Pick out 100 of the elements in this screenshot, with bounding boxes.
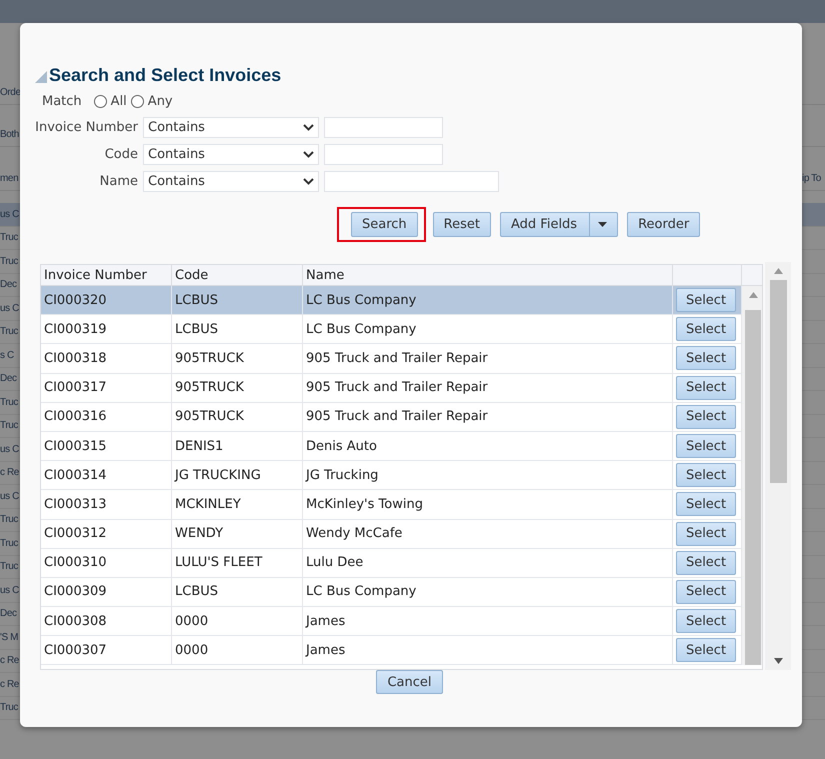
table-cell: LULU'S FLEET bbox=[172, 548, 303, 578]
caret-icon bbox=[598, 222, 608, 227]
input-field[interactable] bbox=[324, 144, 443, 165]
table-cell: LCBUS bbox=[172, 578, 303, 608]
table-cell: CI000312 bbox=[41, 520, 172, 549]
table-cell: 0000 bbox=[172, 607, 303, 636]
search-button[interactable]: Search bbox=[351, 212, 418, 237]
table-cell: LCBUS bbox=[172, 315, 303, 344]
table-cell-text: Dec bbox=[0, 373, 18, 384]
select-button[interactable]: Select bbox=[676, 346, 736, 370]
table-cell: c Re bbox=[0, 678, 20, 690]
select-button[interactable]: Select bbox=[676, 492, 736, 516]
radio-label: Any bbox=[148, 94, 173, 109]
radio-button[interactable] bbox=[130, 95, 144, 108]
reset-button[interactable]: Reset bbox=[432, 212, 491, 237]
select-button[interactable]: Select bbox=[676, 550, 736, 575]
table-cell: Lulu Dee bbox=[303, 548, 673, 578]
cancel-button[interactable]: Cancel bbox=[376, 670, 443, 694]
scrollbar[interactable] bbox=[765, 262, 791, 670]
scrollbar[interactable] bbox=[742, 286, 762, 666]
table-cell-text: Truc bbox=[0, 232, 20, 244]
table-cell: CI000307 bbox=[41, 636, 172, 666]
select-button[interactable]: Select bbox=[676, 522, 736, 546]
table-cell: CI000319 bbox=[41, 315, 172, 344]
operator-dropdown[interactable]: Contains bbox=[143, 117, 319, 138]
scroll-up-icon[interactable] bbox=[774, 268, 782, 274]
select-button[interactable]: Select bbox=[676, 288, 736, 312]
table-cell-text: Truc bbox=[0, 420, 20, 432]
table-cell: LC Bus Company bbox=[303, 578, 673, 608]
table-cell: 905TRUCK bbox=[172, 344, 303, 374]
select-button[interactable]: Select bbox=[676, 609, 736, 634]
table-cell: 905 Truck and Trailer Repair bbox=[303, 344, 673, 374]
column-header[interactable]: Code bbox=[172, 265, 303, 286]
table-cell: 905 Truck and Trailer Repair bbox=[303, 402, 673, 432]
table-cell: 0000 bbox=[172, 636, 303, 666]
select-button[interactable]: Select bbox=[676, 404, 736, 429]
column-header: ip To bbox=[802, 173, 822, 184]
table-cell: CI000318 bbox=[41, 344, 172, 374]
table-cell: James bbox=[303, 636, 673, 666]
table-cell-text: Truc bbox=[0, 396, 20, 408]
table-cell-text: Truc bbox=[0, 256, 20, 267]
table-cell: JG TRUCKING bbox=[172, 461, 303, 490]
select-button[interactable]: Select bbox=[676, 463, 736, 488]
select-button[interactable]: Select bbox=[676, 580, 736, 604]
table-cell: MCKINLEY bbox=[172, 490, 303, 520]
select-button[interactable]: Select bbox=[676, 434, 736, 458]
table-cell: CI000317 bbox=[41, 374, 172, 403]
table-cell: McKinley's Towing bbox=[303, 490, 673, 520]
table-cell: 905TRUCK bbox=[172, 374, 303, 403]
table-cell: us C bbox=[0, 302, 20, 314]
table-cell: CI000316 bbox=[41, 402, 172, 432]
operator-dropdown[interactable]: Contains bbox=[143, 144, 319, 165]
table-cell: CI000309 bbox=[41, 578, 172, 608]
table-cell: CI000308 bbox=[41, 607, 172, 636]
menu-button[interactable]: Add Fields bbox=[500, 212, 618, 237]
scroll-down-icon[interactable] bbox=[774, 658, 782, 664]
input-field[interactable] bbox=[324, 117, 443, 138]
table-cell-text: Dec bbox=[0, 608, 18, 620]
table-cell: 905TRUCK bbox=[172, 402, 303, 432]
radio-button[interactable] bbox=[94, 95, 107, 108]
table-cell: us C bbox=[0, 584, 20, 596]
table-cell: LC Bus Company bbox=[303, 315, 673, 344]
table-cell-text: Truc bbox=[0, 538, 20, 549]
table-cell: us C bbox=[0, 208, 20, 220]
table-cell: WENDY bbox=[172, 520, 303, 549]
input-field[interactable] bbox=[324, 171, 499, 192]
select-button[interactable]: Select bbox=[676, 317, 736, 342]
table-cell: JG Trucking bbox=[303, 461, 673, 490]
table-cell: LC Bus Company bbox=[303, 286, 673, 316]
table-cell-text: s C bbox=[0, 350, 15, 361]
collapse-icon[interactable] bbox=[33, 68, 47, 82]
page-label: men bbox=[0, 173, 20, 184]
scroll-up-icon[interactable] bbox=[748, 292, 758, 298]
operator-dropdown[interactable]: Contains bbox=[143, 171, 319, 192]
table-cell: c Re bbox=[0, 655, 20, 666]
table-cell: CI000310 bbox=[41, 548, 172, 578]
column-header[interactable]: Name bbox=[303, 265, 673, 286]
column-header[interactable]: Invoice Number bbox=[41, 265, 172, 286]
chevron-down-icon bbox=[303, 178, 314, 185]
table-cell: us C bbox=[0, 444, 20, 455]
table-cell-text: Truc bbox=[0, 326, 20, 338]
action-button[interactable]: Reorder bbox=[627, 212, 700, 237]
table-cell: Wendy McCafe bbox=[303, 520, 673, 549]
table-cell-text: Truc bbox=[0, 514, 20, 526]
table-cell: CI000314 bbox=[41, 461, 172, 490]
field-label: Code bbox=[104, 147, 138, 162]
table-cell: us C bbox=[0, 490, 20, 502]
radio-label: All bbox=[110, 94, 127, 109]
table-cell-text: Dec bbox=[0, 279, 18, 290]
table-cell-text: Truc bbox=[0, 702, 20, 714]
table-cell: Denis Auto bbox=[303, 432, 673, 462]
table-cell: DENIS1 bbox=[172, 432, 303, 462]
table-cell: CI000315 bbox=[41, 432, 172, 462]
page-label: Orde bbox=[0, 87, 20, 98]
select-button[interactable]: Select bbox=[676, 638, 736, 662]
match-label: Match bbox=[42, 94, 82, 109]
table-cell: James bbox=[303, 607, 673, 636]
field-label: Name bbox=[100, 174, 138, 189]
page-label: Both bbox=[0, 129, 20, 140]
select-button[interactable]: Select bbox=[676, 376, 736, 400]
